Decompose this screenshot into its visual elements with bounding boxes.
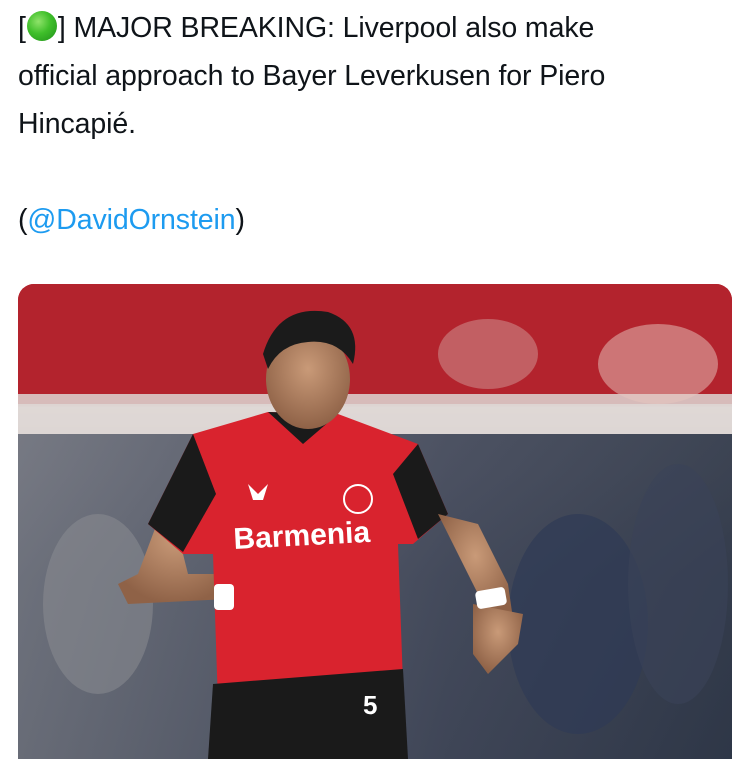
tweet-line-1: [ ] MAJOR BREAKING: Liverpool also make	[18, 4, 733, 52]
paren-open: (	[18, 204, 28, 236]
shorts-number: 5	[363, 690, 377, 720]
mention-link[interactable]: @DavidOrnstein	[27, 204, 235, 236]
bracket-open: [	[18, 12, 26, 44]
tweet-text: [ ] MAJOR BREAKING: Liverpool also make o…	[18, 4, 733, 244]
headline-text: ] MAJOR BREAKING: Liverpool also make	[57, 12, 595, 44]
green-circle-emoji-icon	[26, 11, 57, 41]
shorts	[208, 669, 408, 759]
tweet-media-image[interactable]: 5 Barmenia	[18, 284, 732, 759]
tweet-source-line: (@DavidOrnstein)	[18, 196, 733, 244]
player-photo: 5 Barmenia	[18, 284, 732, 759]
paren-close: )	[235, 204, 246, 236]
tweet-line-3: Hincapié.	[18, 108, 136, 140]
tweet-line-2: official approach to Bayer Leverkusen fo…	[18, 60, 606, 92]
